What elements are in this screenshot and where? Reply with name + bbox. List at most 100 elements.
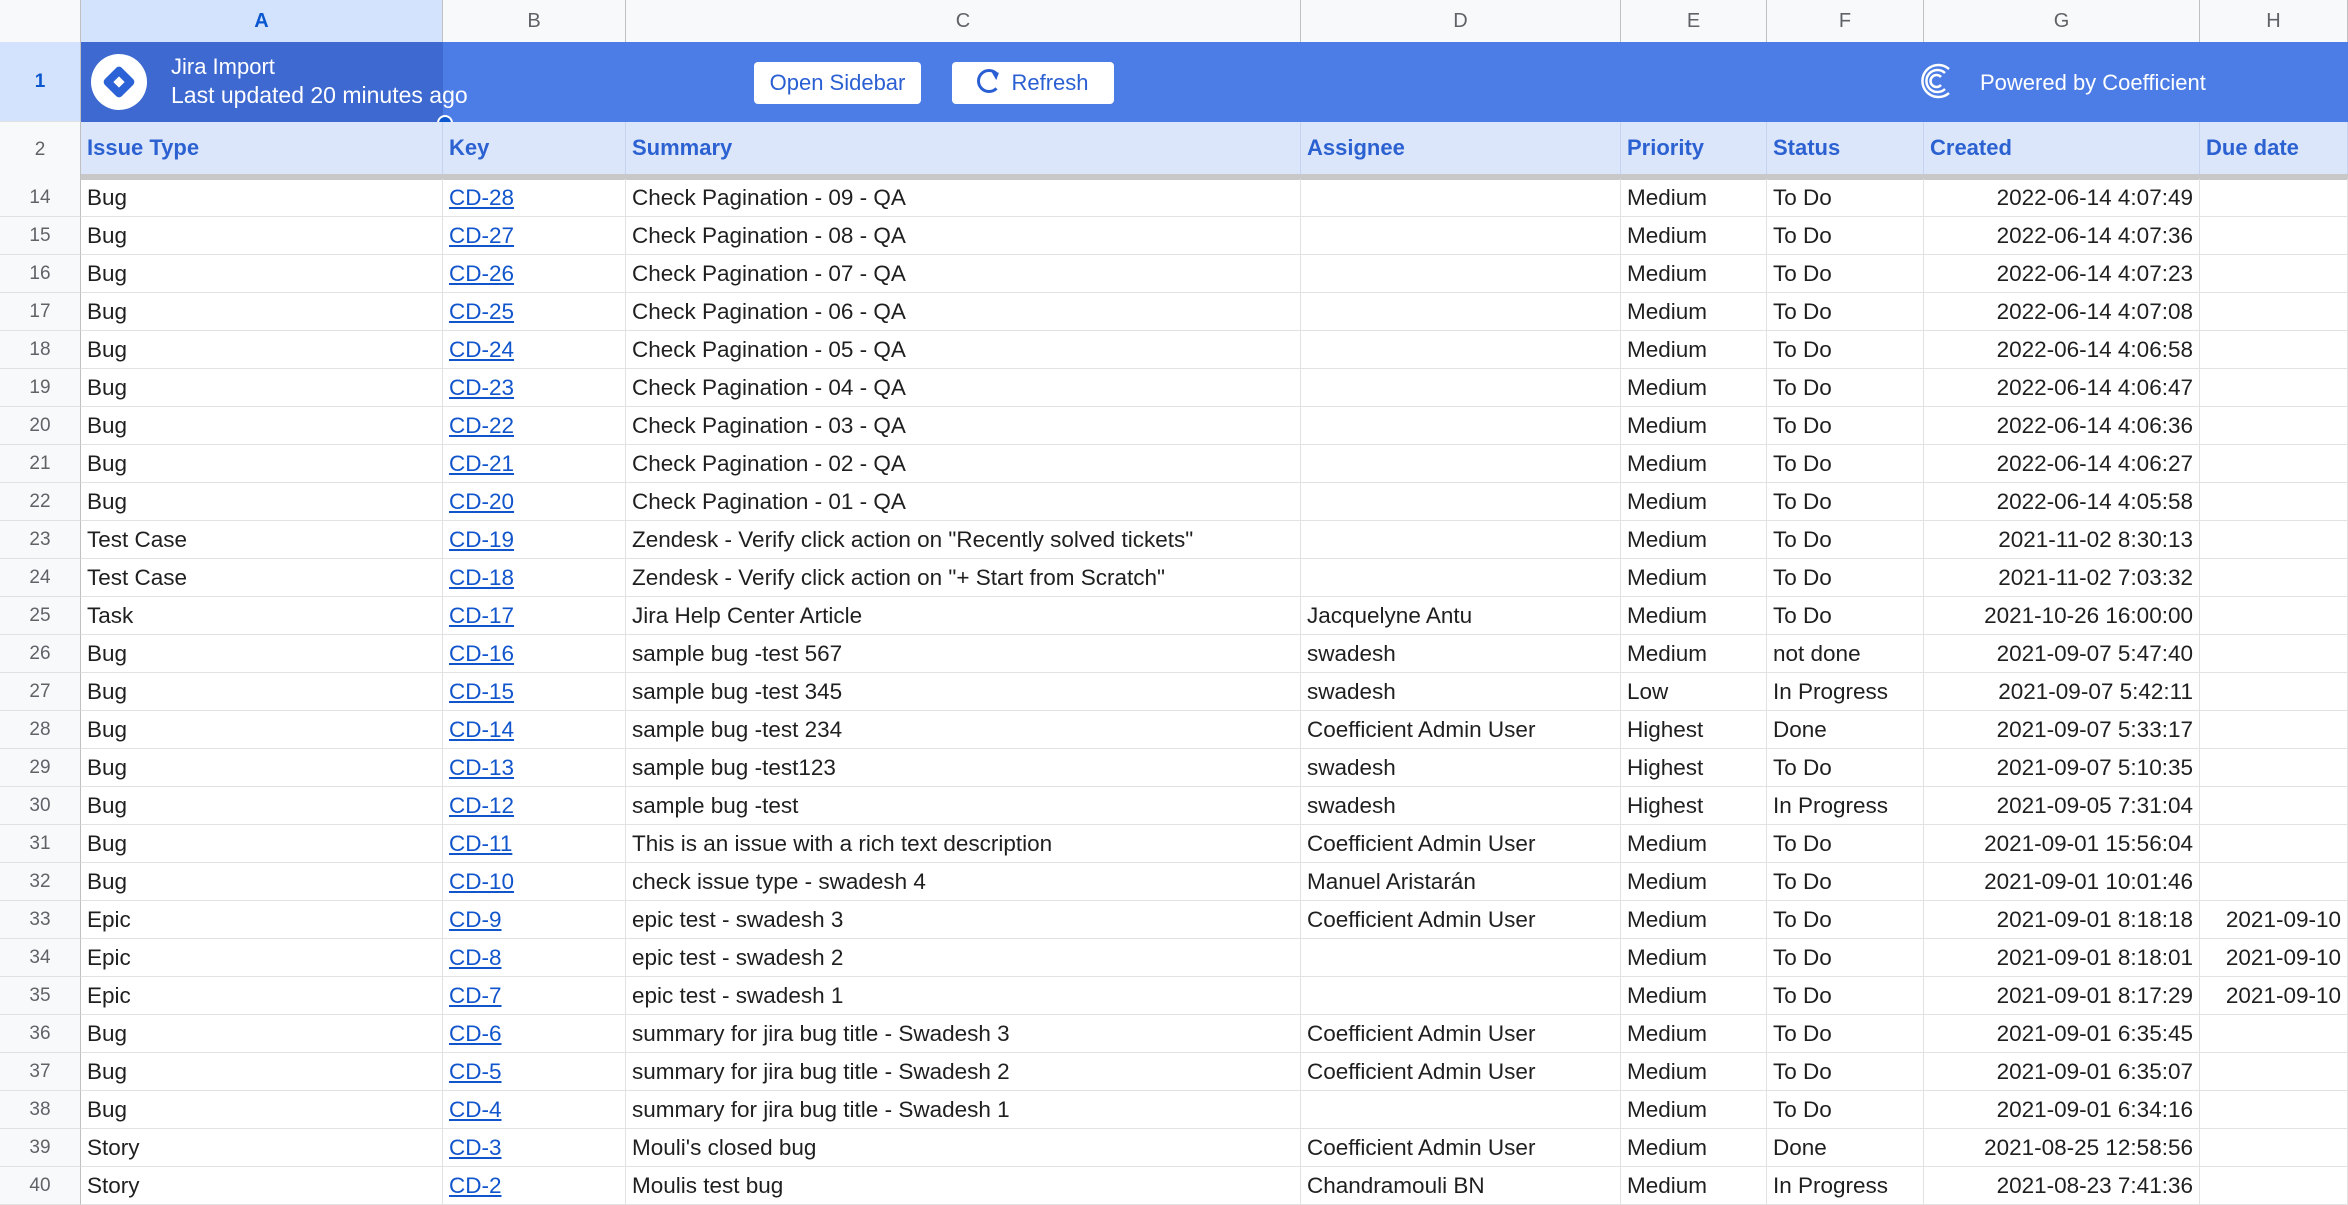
cell-key[interactable]: CD-24 [443, 331, 626, 369]
cell-issue-type[interactable]: Epic [81, 939, 443, 977]
cell-due-date[interactable] [2200, 217, 2348, 255]
cell-created[interactable]: 2021-09-01 6:34:16 [1924, 1091, 2200, 1129]
cell-assignee[interactable] [1301, 445, 1621, 483]
cell-assignee[interactable] [1301, 293, 1621, 331]
cell-issue-type[interactable]: Bug [81, 369, 443, 407]
cell-created[interactable]: 2021-09-01 6:35:45 [1924, 1015, 2200, 1053]
refresh-button[interactable]: Refresh [952, 62, 1114, 104]
cell-created[interactable]: 2022-06-14 4:07:08 [1924, 293, 2200, 331]
cell-status[interactable]: To Do [1767, 483, 1924, 521]
cell-key[interactable]: CD-22 [443, 407, 626, 445]
cell-status[interactable]: In Progress [1767, 673, 1924, 711]
header-priority[interactable]: Priority [1621, 122, 1767, 174]
header-assignee[interactable]: Assignee [1301, 122, 1621, 174]
cell-assignee[interactable] [1301, 939, 1621, 977]
cell-due-date[interactable] [2200, 369, 2348, 407]
cell-key[interactable]: CD-2 [443, 1167, 626, 1205]
cell-created[interactable]: 2021-11-02 8:30:13 [1924, 521, 2200, 559]
cell-priority[interactable]: Medium [1621, 1167, 1767, 1205]
cell-issue-type[interactable]: Bug [81, 863, 443, 901]
header-status[interactable]: Status [1767, 122, 1924, 174]
cell-assignee[interactable]: swadesh [1301, 673, 1621, 711]
cell-due-date[interactable] [2200, 1015, 2348, 1053]
cell-created[interactable]: 2022-06-14 4:06:27 [1924, 445, 2200, 483]
cell-key[interactable]: CD-9 [443, 901, 626, 939]
cell-issue-type[interactable]: Bug [81, 407, 443, 445]
cell-summary[interactable]: Jira Help Center Article [626, 597, 1301, 635]
cell-issue-type[interactable]: Bug [81, 711, 443, 749]
cell-issue-type[interactable]: Bug [81, 445, 443, 483]
cell-issue-type[interactable]: Bug [81, 255, 443, 293]
cell-key[interactable]: CD-17 [443, 597, 626, 635]
cell-assignee[interactable]: Coefficient Admin User [1301, 901, 1621, 939]
cell-issue-type[interactable]: Bug [81, 1015, 443, 1053]
issue-key-link[interactable]: CD-26 [449, 261, 514, 286]
cell-due-date[interactable] [2200, 711, 2348, 749]
issue-key-link[interactable]: CD-16 [449, 641, 514, 666]
row-header[interactable]: 34 [0, 939, 81, 977]
issue-key-link[interactable]: CD-18 [449, 565, 514, 590]
cell-due-date[interactable] [2200, 255, 2348, 293]
issue-key-link[interactable]: CD-24 [449, 337, 514, 362]
header-summary[interactable]: Summary [626, 122, 1301, 174]
cell-issue-type[interactable]: Bug [81, 179, 443, 217]
cell-status[interactable]: To Do [1767, 939, 1924, 977]
cell-due-date[interactable] [2200, 407, 2348, 445]
cell-status[interactable]: In Progress [1767, 1167, 1924, 1205]
cell-due-date[interactable] [2200, 597, 2348, 635]
issue-key-link[interactable]: CD-20 [449, 489, 514, 514]
cell-assignee[interactable]: swadesh [1301, 787, 1621, 825]
cell-summary[interactable]: epic test - swadesh 2 [626, 939, 1301, 977]
cell-key[interactable]: CD-5 [443, 1053, 626, 1091]
row-header[interactable]: 26 [0, 635, 81, 673]
cell-key[interactable]: CD-18 [443, 559, 626, 597]
cell-priority[interactable]: Highest [1621, 787, 1767, 825]
issue-key-link[interactable]: CD-11 [449, 831, 512, 856]
row-header[interactable]: 14 [0, 179, 81, 217]
cell-status[interactable]: To Do [1767, 1091, 1924, 1129]
issue-key-link[interactable]: CD-4 [449, 1097, 502, 1122]
row-header[interactable]: 15 [0, 217, 81, 255]
cell-assignee[interactable] [1301, 407, 1621, 445]
cell-due-date[interactable] [2200, 1167, 2348, 1205]
issue-key-link[interactable]: CD-3 [449, 1135, 502, 1160]
row-header[interactable]: 30 [0, 787, 81, 825]
cell-assignee[interactable]: Coefficient Admin User [1301, 825, 1621, 863]
issue-key-link[interactable]: CD-22 [449, 413, 514, 438]
cell-status[interactable]: To Do [1767, 407, 1924, 445]
open-sidebar-button[interactable]: Open Sidebar [754, 62, 921, 104]
cell-created[interactable]: 2021-09-01 6:35:07 [1924, 1053, 2200, 1091]
cell-issue-type[interactable]: Bug [81, 483, 443, 521]
cell-assignee[interactable] [1301, 217, 1621, 255]
cell-due-date[interactable] [2200, 673, 2348, 711]
issue-key-link[interactable]: CD-27 [449, 223, 514, 248]
row-header[interactable]: 24 [0, 559, 81, 597]
cell-assignee[interactable] [1301, 1091, 1621, 1129]
cell-created[interactable]: 2021-09-07 5:33:17 [1924, 711, 2200, 749]
cell-issue-type[interactable]: Bug [81, 673, 443, 711]
row-header[interactable]: 32 [0, 863, 81, 901]
cell-due-date[interactable] [2200, 521, 2348, 559]
cell-key[interactable]: CD-28 [443, 179, 626, 217]
cell-created[interactable]: 2022-06-14 4:07:36 [1924, 217, 2200, 255]
select-all-corner[interactable] [0, 0, 81, 42]
cell-assignee[interactable]: Manuel Aristarán [1301, 863, 1621, 901]
cell-assignee[interactable]: Coefficient Admin User [1301, 1053, 1621, 1091]
cell-priority[interactable]: Medium [1621, 597, 1767, 635]
cell-assignee[interactable] [1301, 559, 1621, 597]
cell-summary[interactable]: summary for jira bug title - Swadesh 3 [626, 1015, 1301, 1053]
cell-due-date[interactable] [2200, 1129, 2348, 1167]
cell-summary[interactable]: Moulis test bug [626, 1167, 1301, 1205]
row-header[interactable]: 20 [0, 407, 81, 445]
column-header-c[interactable]: C [626, 0, 1301, 42]
row-header[interactable]: 23 [0, 521, 81, 559]
cell-created[interactable]: 2021-09-01 8:18:18 [1924, 901, 2200, 939]
cell-key[interactable]: CD-19 [443, 521, 626, 559]
row-header[interactable]: 40 [0, 1167, 81, 1205]
cell-status[interactable]: To Do [1767, 255, 1924, 293]
cell-summary[interactable]: Zendesk - Verify click action on "+ Star… [626, 559, 1301, 597]
cell-created[interactable]: 2022-06-14 4:07:23 [1924, 255, 2200, 293]
cell-status[interactable]: To Do [1767, 1015, 1924, 1053]
cell-summary[interactable]: sample bug -test [626, 787, 1301, 825]
cell-issue-type[interactable]: Epic [81, 977, 443, 1015]
